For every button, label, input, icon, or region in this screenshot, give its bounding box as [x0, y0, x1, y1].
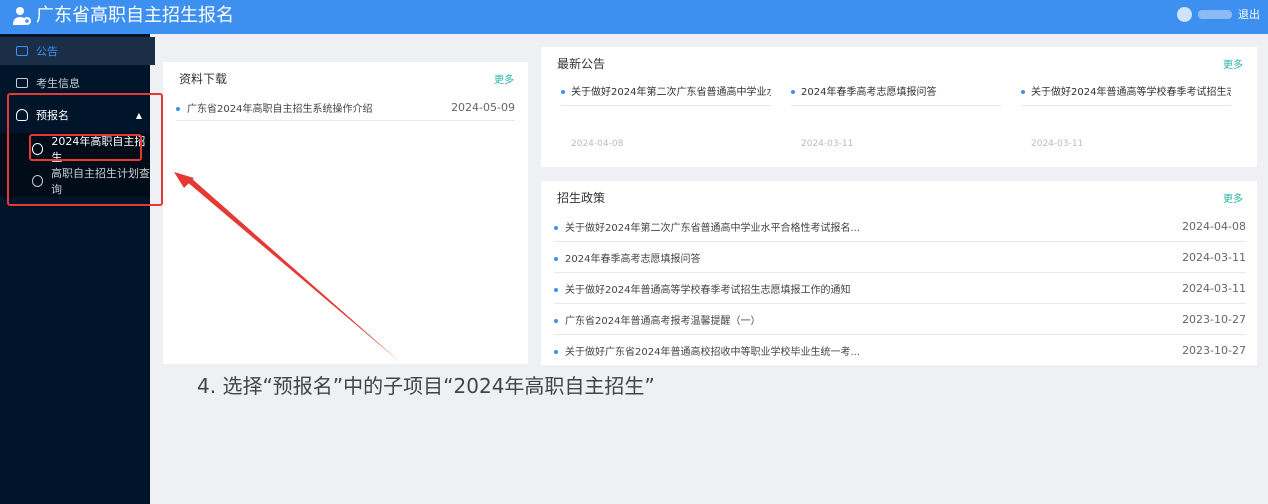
instruction-caption: 4. 选择“预报名”中的子项目“2024年高职自主招生” — [197, 374, 655, 398]
annotation-arrow — [174, 172, 400, 362]
